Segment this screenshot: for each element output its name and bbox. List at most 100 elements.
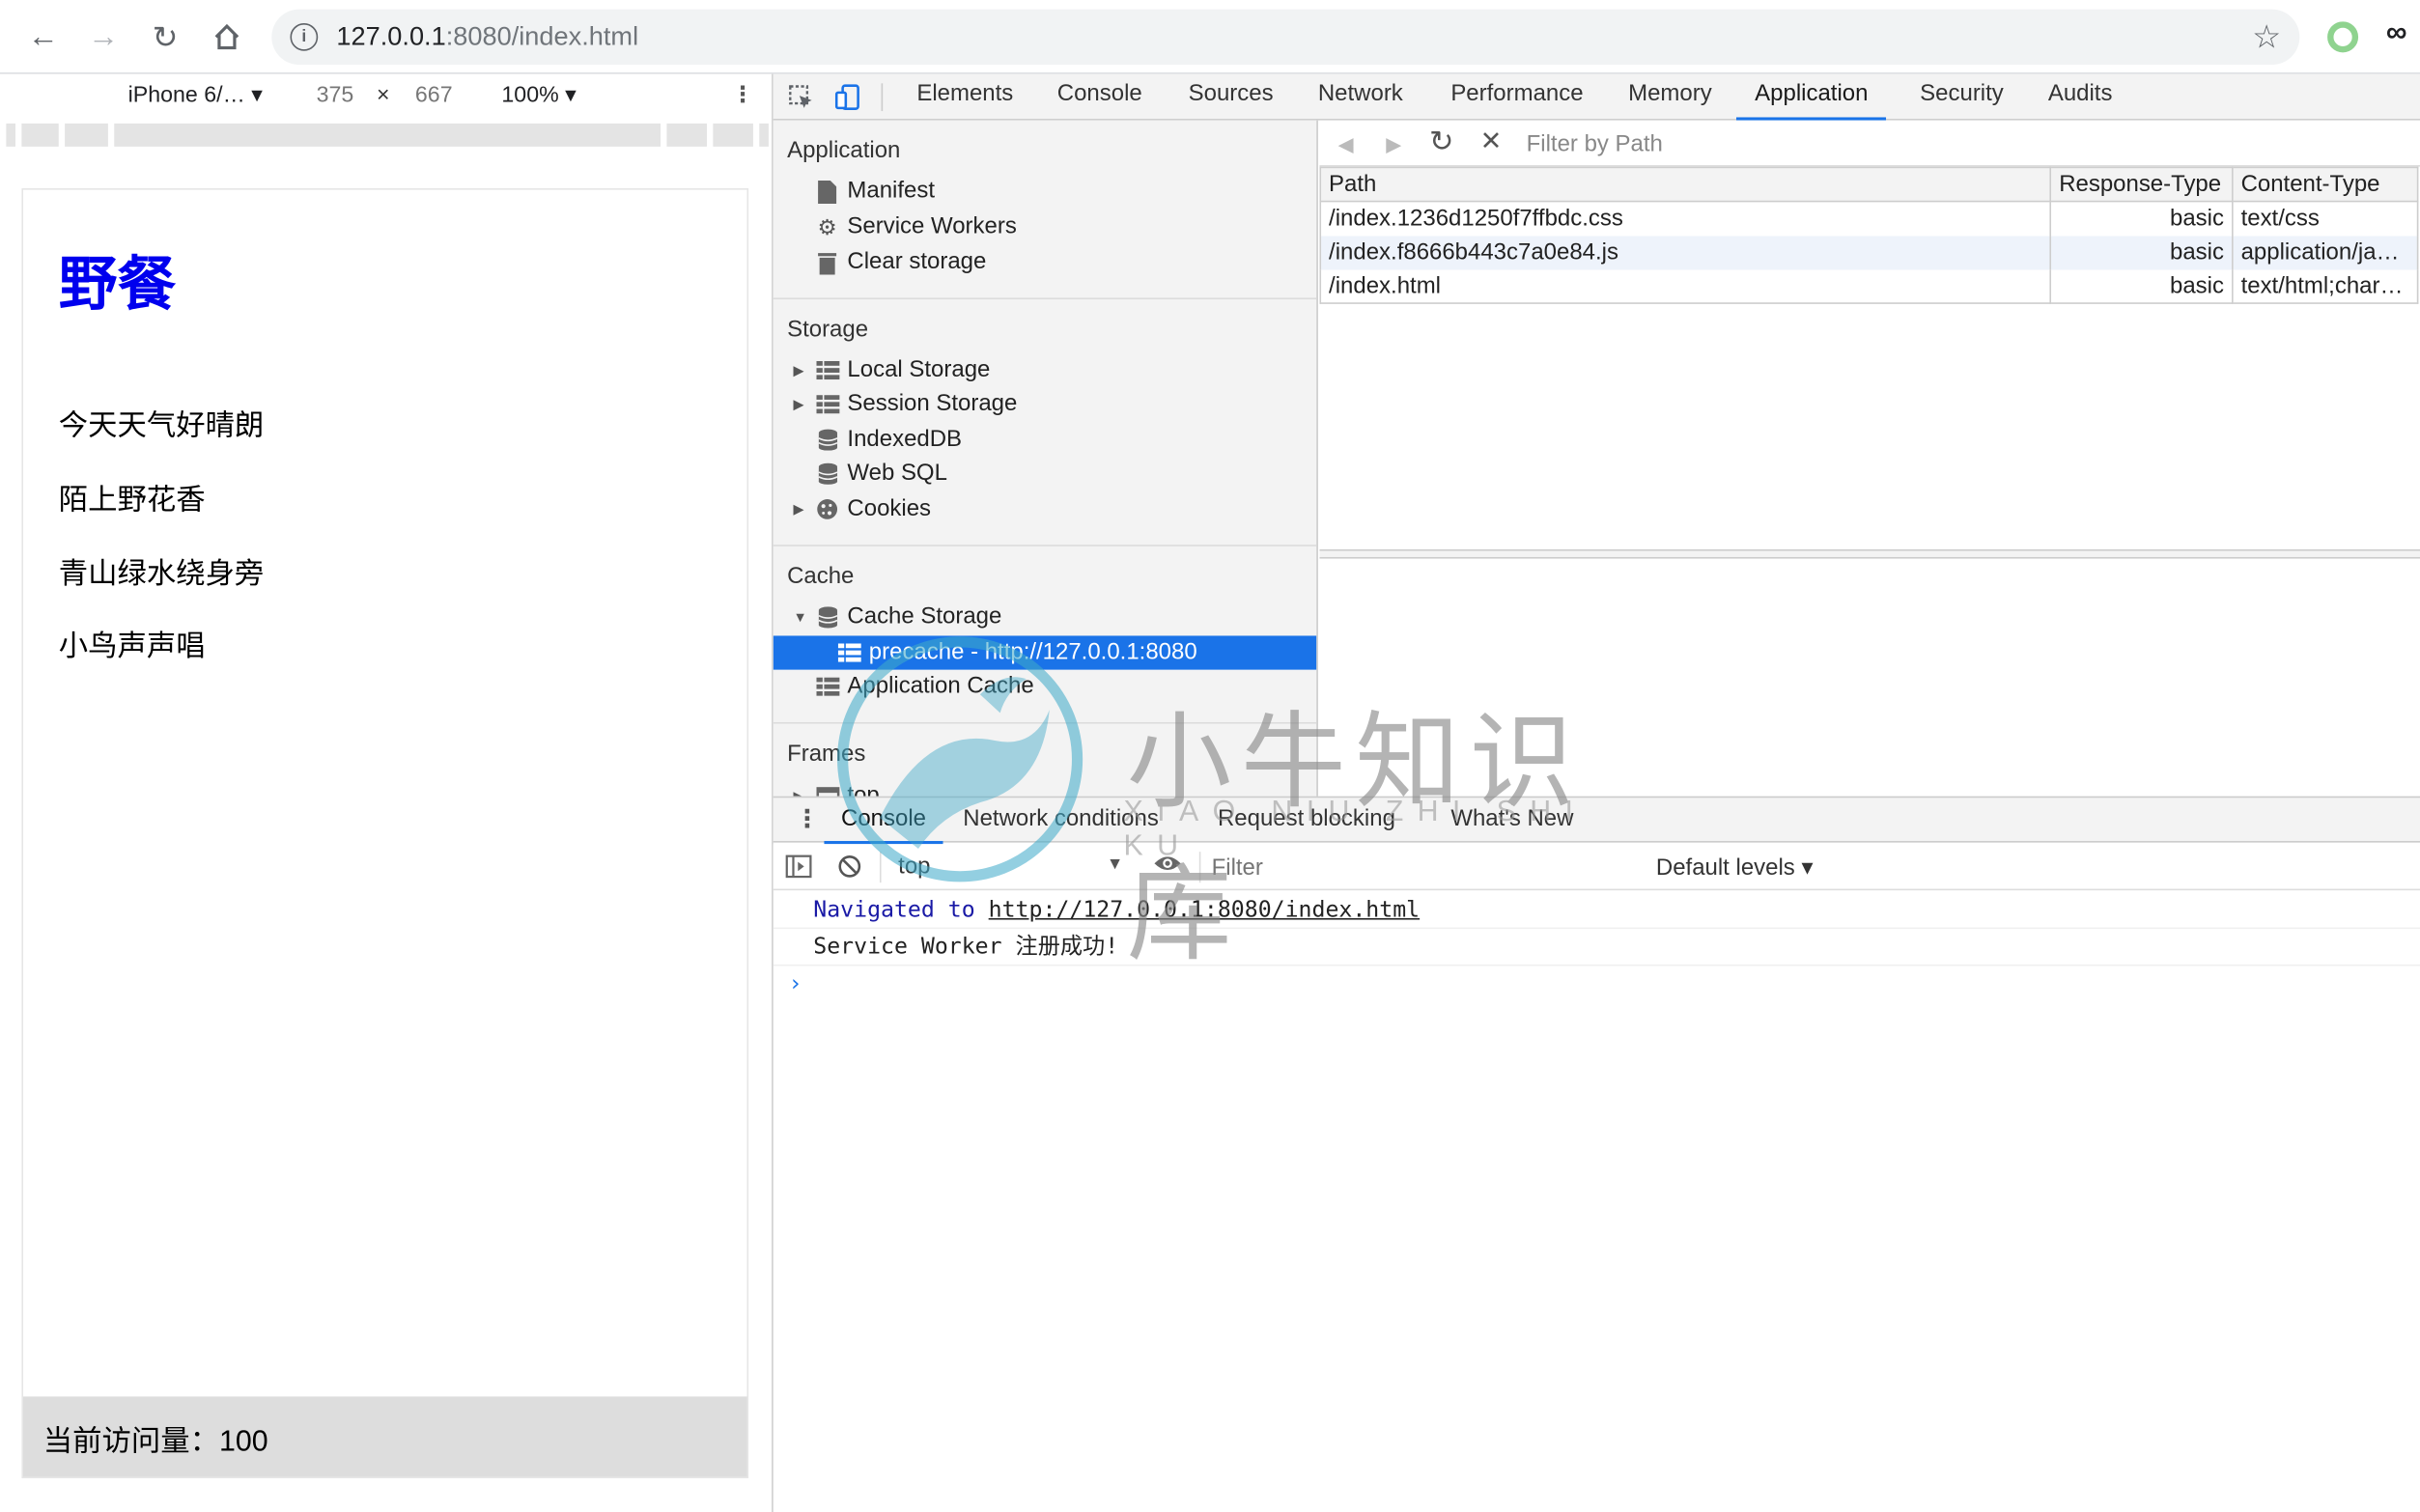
log-levels-select[interactable]: Default levels ▾ [1656,854,1814,881]
sidebar-item-indexeddb[interactable]: IndexedDB [774,423,1317,457]
drawer-tab-console[interactable]: Console [824,805,943,845]
sidebar-toggle-icon[interactable] [785,854,812,883]
address-bar[interactable]: i 127.0.0.1:8080/index.html ☆ [271,9,2300,66]
section-frames: Frames [787,741,866,768]
sidebar-item-label: Local Storage [847,356,991,383]
sidebar-item-local-storage[interactable]: ▶ Local Storage [774,353,1317,387]
column-header-path[interactable]: Path [1319,166,2052,203]
sidebar-item-label: Session Storage [847,390,1018,417]
delete-icon[interactable]: ✕ [1480,126,1503,157]
drawer-menu-icon[interactable]: ⋮ [795,804,820,835]
expand-arrow-icon[interactable]: ▶ [793,387,803,421]
inspect-element-icon[interactable] [787,83,815,111]
sidebar-item-manifest[interactable]: Manifest [774,175,1317,209]
refresh-icon[interactable]: ↻ [1429,125,1453,160]
sidebar-item-label: Cookies [847,495,932,522]
sidebar-item-precache[interactable]: precache - http://127.0.0.1:8080 [773,635,1317,670]
expand-arrow-icon[interactable]: ▶ [793,779,803,797]
reload-icon[interactable]: ↻ [144,15,187,59]
sidebar-item-application-cache[interactable]: Application Cache [774,670,1317,704]
info-icon[interactable]: i [290,22,319,51]
poem-line: 小鸟声声唱 [58,630,206,664]
sidebar-item-label: Web SQL [847,460,947,487]
console-filter-input[interactable] [1211,850,1645,884]
console-output: Navigated to http://127.0.0.1:8080/index… [773,892,2420,1003]
next-page-icon[interactable]: ▶ [1386,132,1401,157]
cell-path: /index.f8666b443c7a0e84.js [1319,235,2052,269]
sidebar-item-label: Application Cache [847,672,1034,699]
sidebar-item-cache-storage[interactable]: ▼ Cache Storage [774,601,1317,634]
cell-content-type: application/ja… [2231,235,2419,269]
tab-performance[interactable]: Performance [1448,80,1587,121]
device-toggle-icon[interactable] [833,83,861,111]
tab-audits[interactable]: Audits [2045,80,2116,121]
column-header-response-type[interactable]: Response-Type [2049,166,2234,203]
drawer-tab-whats-new[interactable]: What's New [1450,805,1573,844]
emulated-page: 野餐 今天天气好晴朗 陌上野花香 青山绿水绕身旁 小鸟声声唱 当前访问量：100 [21,187,749,1479]
link-extension-icon[interactable]: ∞ [2386,17,2407,51]
tab-sources[interactable]: Sources [1185,80,1276,121]
screen: ← → ↻ i 127.0.0.1:8080/index.html ☆ ∞ iP… [0,0,2420,1512]
device-toolbar: iPhone 6/… ▾ 375 × 667 100% ▾ ⋮ [0,73,773,118]
table-row[interactable]: /index.html basic text/html;char… [1319,268,2419,304]
media-query-ruler[interactable] [0,120,773,152]
device-select[interactable]: iPhone 6/… ▾ [128,83,263,108]
frame-icon [815,784,840,797]
back-icon[interactable]: ← [21,15,65,59]
context-dropdown-icon[interactable]: ▼ [1107,854,1123,873]
tab-memory[interactable]: Memory [1625,80,1715,121]
poem-line: 今天天气好晴朗 [58,410,265,443]
navigated-url-link[interactable]: http://127.0.0.1:8080/index.html [989,898,1420,923]
bookmark-star-icon[interactable]: ☆ [2252,18,2281,57]
more-options-icon[interactable]: ⋮ [732,83,754,108]
collapse-arrow-icon[interactable]: ▼ [793,601,806,634]
console-message-log: Service Worker 注册成功! [773,929,2420,966]
clear-console-icon[interactable] [838,854,861,883]
table-row[interactable]: /index.1236d1250f7ffbdc.css basic text/c… [1319,201,2419,236]
cell-response-type: basic [2049,268,2234,304]
table-row[interactable]: /index.f8666b443c7a0e84.js basic applica… [1319,235,2419,269]
device-height[interactable]: 667 [415,83,453,108]
column-header-content-type[interactable]: Content-Type [2231,166,2419,203]
preview-resizer[interactable] [1319,548,2420,559]
section-application: Application [787,137,901,164]
filter-by-path-input[interactable] [1526,126,2406,161]
url-text[interactable]: 127.0.0.1:8080/index.html [336,21,638,52]
grid-icon [815,358,840,383]
sidebar-item-web-sql[interactable]: Web SQL [774,457,1317,490]
grid-icon [836,640,861,665]
previous-page-icon[interactable]: ◀ [1338,132,1354,157]
drawer-tab-request-blocking[interactable]: Request blocking [1218,805,1395,844]
home-icon[interactable] [206,15,249,59]
forward-icon[interactable]: → [82,15,126,59]
extension-icon[interactable] [2327,21,2359,53]
tab-network[interactable]: Network [1315,80,1406,121]
tab-security[interactable]: Security [1917,80,2007,121]
sidebar-item-frame-top[interactable]: ▶ top [774,779,1317,797]
drawer-tab-network-conditions[interactable]: Network conditions [963,805,1159,844]
expand-arrow-icon[interactable]: ▶ [793,492,803,526]
context-select[interactable]: top [898,854,930,880]
zoom-select[interactable]: 100% ▾ [501,83,576,108]
expand-arrow-icon[interactable]: ▶ [793,353,803,387]
console-toolbar: top ▼ Default levels ▾ [773,844,2420,891]
tab-elements[interactable]: Elements [914,80,1016,121]
tab-application[interactable]: Application [1735,80,1887,121]
sidebar-item-service-workers[interactable]: ⚙ Service Workers [774,210,1317,243]
sidebar-item-clear-storage[interactable]: Clear storage [774,245,1317,279]
sidebar-item-label: IndexedDB [847,426,963,453]
drawer-tab-bar: ⋮ Console Network conditions Request blo… [773,796,2420,845]
sidebar-item-label: top [847,782,880,797]
sidebar-item-session-storage[interactable]: ▶ Session Storage [774,387,1317,421]
application-sidebar: Application Manifest ⚙ Service Workers C… [773,120,1318,797]
cache-entries-table: Path Response-Type Content-Type /index.1… [1319,166,2419,304]
console-prompt[interactable]: › [774,966,2420,1002]
sidebar-item-cookies[interactable]: ▶ Cookies [774,492,1317,526]
cell-content-type: text/html;char… [2231,268,2419,304]
file-icon [815,179,840,204]
device-width[interactable]: 375 [317,83,354,108]
devtools-tab-bar: Elements Console Sources Network Perform… [773,73,2420,121]
live-expression-eye-icon[interactable] [1153,854,1182,880]
sidebar-item-label: precache - http://127.0.0.1:8080 [868,638,1197,665]
tab-console[interactable]: Console [1055,80,1145,121]
